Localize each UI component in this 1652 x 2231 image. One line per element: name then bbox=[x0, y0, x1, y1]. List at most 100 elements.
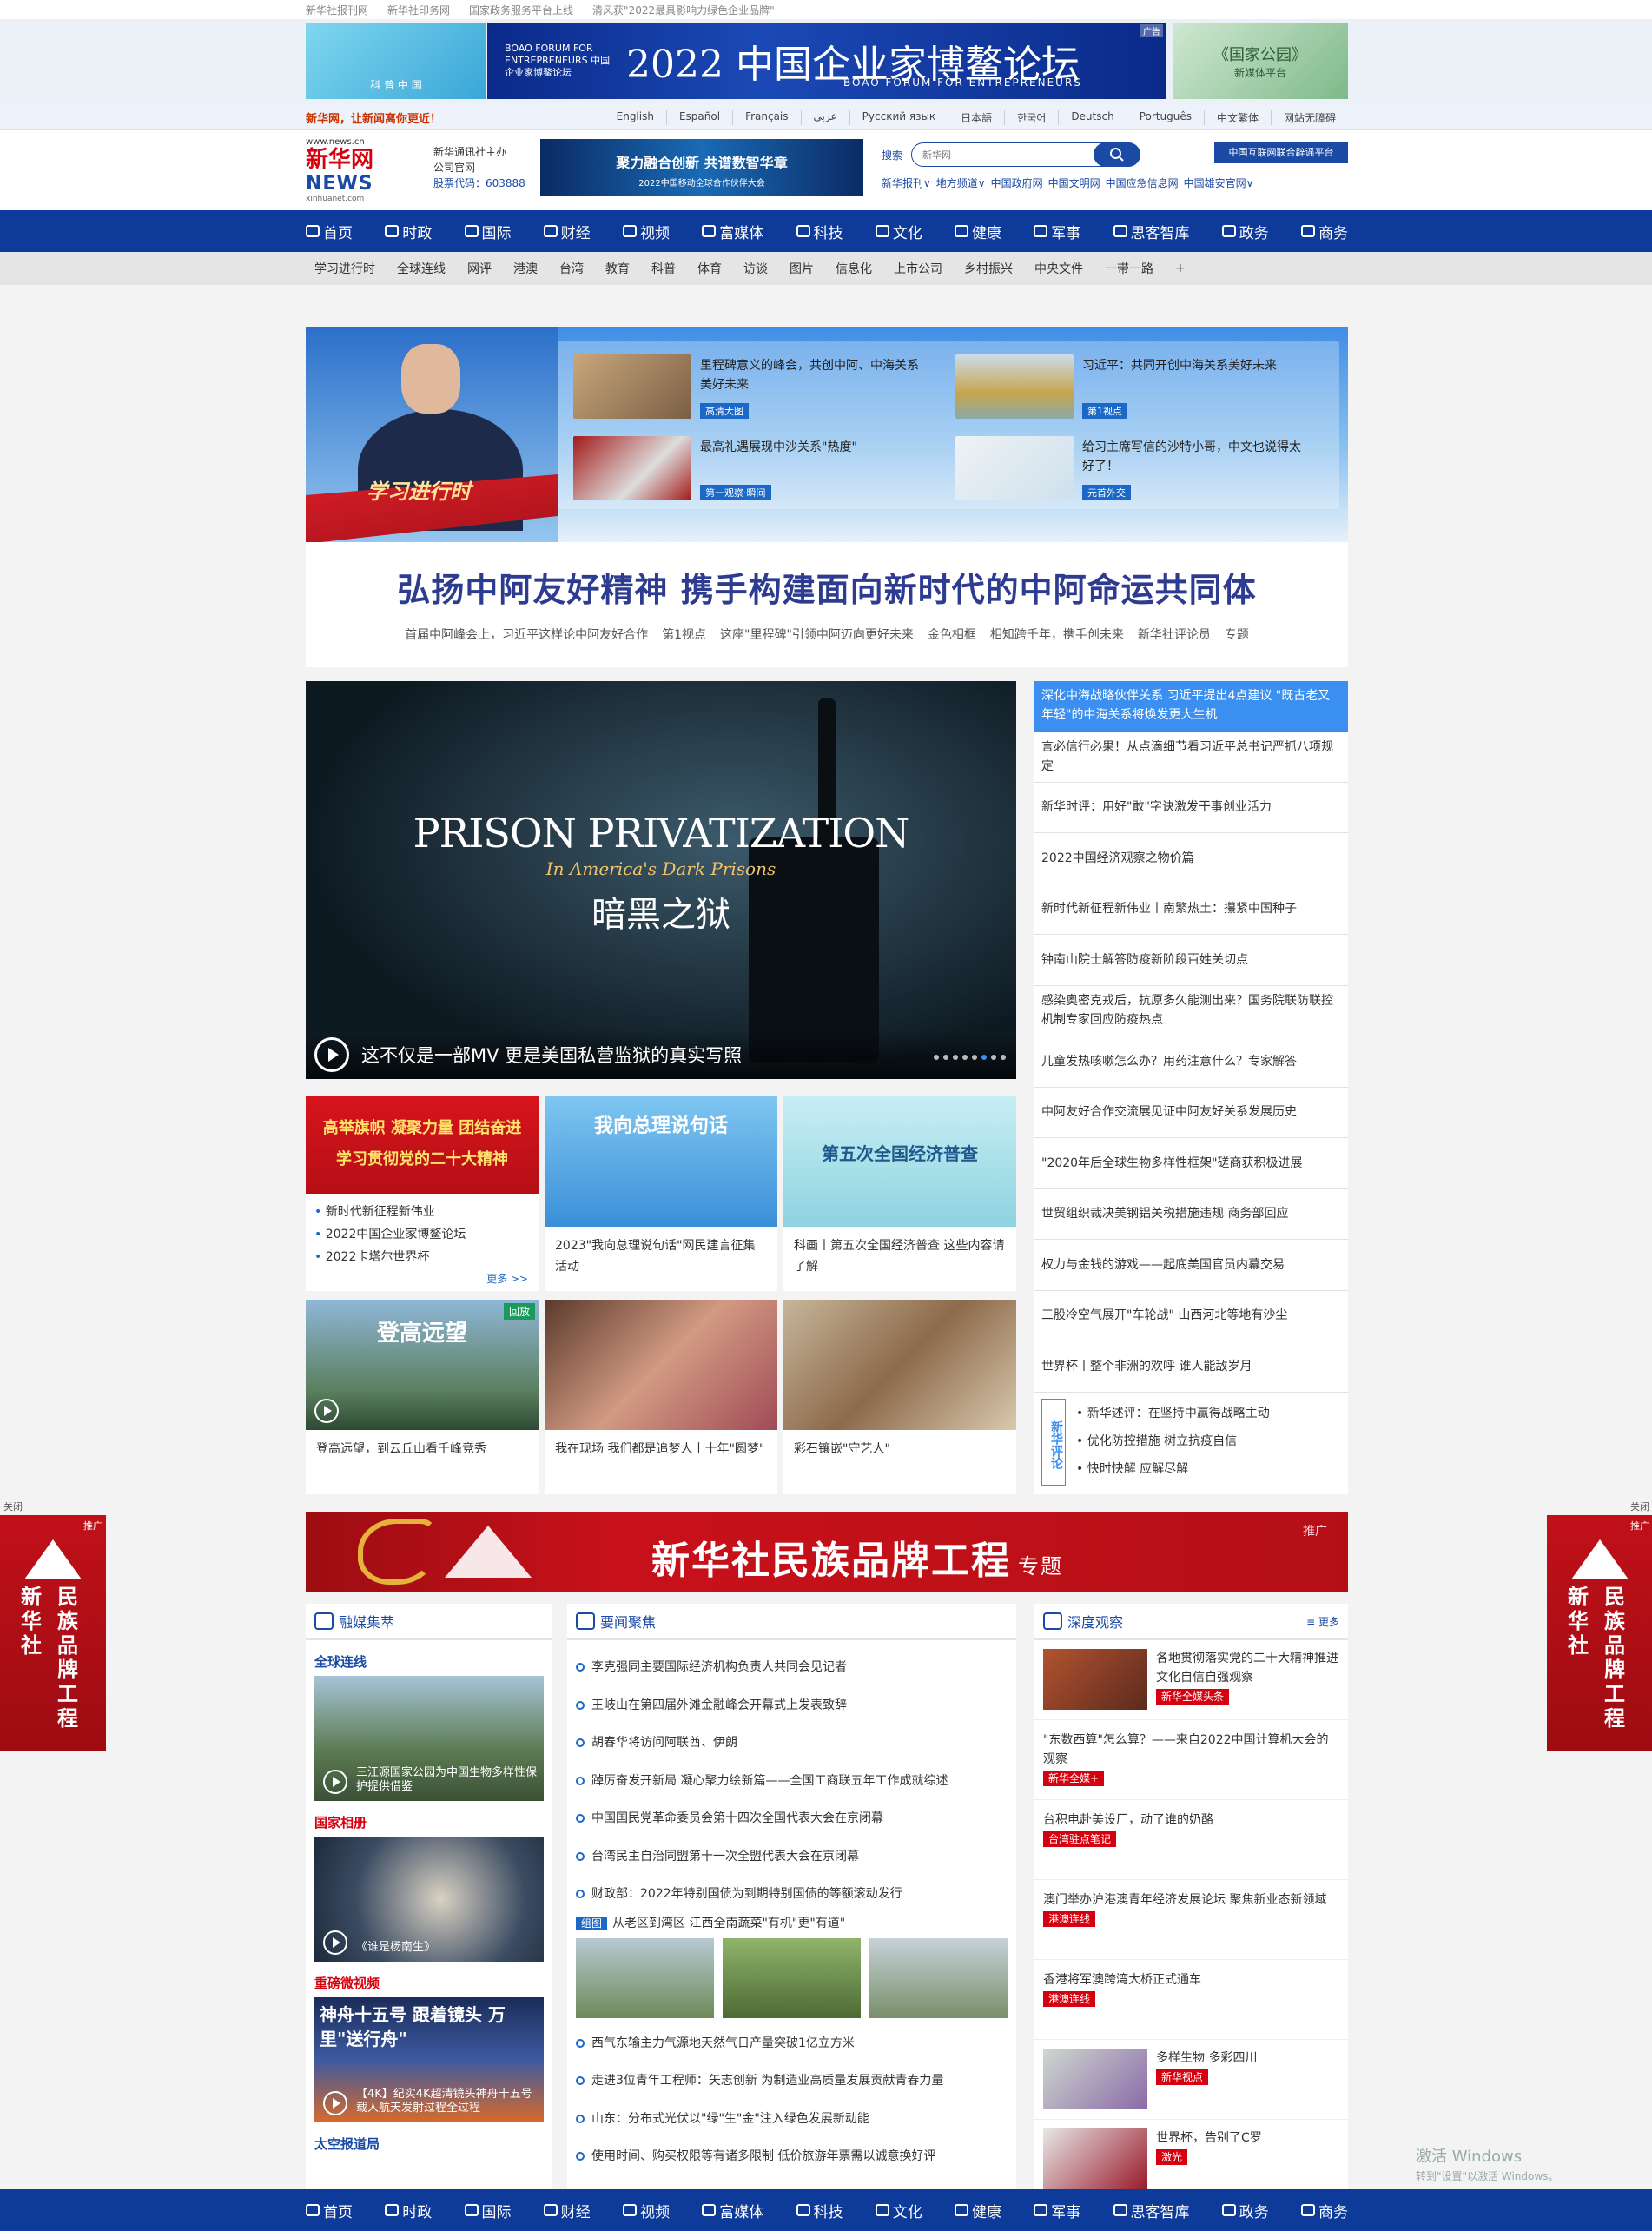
top-link[interactable]: 新华社印务网 bbox=[387, 3, 450, 17]
nav-politics[interactable]: 时政 bbox=[385, 221, 432, 242]
nav-finance[interactable]: 财经 bbox=[543, 221, 591, 242]
tile-twentieth-congress[interactable]: 高举旗帜 凝聚力量 团结奋进 学习贯彻党的二十大精神 新时代新征程新伟业 202… bbox=[306, 1096, 539, 1291]
play-icon[interactable] bbox=[323, 1930, 347, 1955]
nav-health[interactable]: 健康 bbox=[955, 2200, 1001, 2221]
subnav-more[interactable]: + bbox=[1166, 261, 1199, 275]
observation-tag[interactable]: 台湾驻点笔记 bbox=[1043, 1831, 1117, 1847]
more-link[interactable]: 更多 >> bbox=[486, 1271, 528, 1286]
column-title[interactable]: 要闻聚焦 bbox=[600, 1611, 656, 1632]
list-item[interactable]: 权力与金钱的游戏——起底美国官员内幕交易 bbox=[1034, 1240, 1348, 1291]
boao-forum-ad[interactable]: BOAO FORUM FOR ENTREPRENEURS 中国企业家博鳌论坛 2… bbox=[487, 23, 1166, 99]
observation-tag[interactable]: 新华视点 bbox=[1156, 2069, 1209, 2085]
tile-list-item[interactable]: 新时代新征程新伟业 bbox=[314, 1201, 530, 1223]
news-item[interactable]: 李克强同主要国际经济机构负责人共同会见记者 bbox=[576, 1649, 1008, 1687]
media-image[interactable]: 神舟十五号 跟着镜头 万里"送行舟" 【4K】纪实4K超清镜头神舟十五号载人航天… bbox=[314, 1997, 544, 2122]
nav-business[interactable]: 商务 bbox=[1301, 2200, 1348, 2221]
slider-caption[interactable]: 这不仅是一部MV 更是美国私营监狱的真实写照 bbox=[361, 1042, 742, 1068]
nav-home[interactable]: 首页 bbox=[306, 221, 353, 242]
brand-project-banner[interactable]: 新华社民族品牌工程 专题 推广 bbox=[306, 1512, 1348, 1592]
nav-richmedia[interactable]: 富媒体 bbox=[702, 221, 763, 242]
news-item[interactable]: 使用时间、购买权限等有诸多限制 低价旅游年票需以诚意换好评 bbox=[576, 2138, 1008, 2176]
headline-link[interactable]: 第1视点 bbox=[662, 626, 706, 643]
list-item[interactable]: 新时代新征程新伟业丨南繁热土：攥紧中国种子 bbox=[1034, 884, 1348, 935]
nav-finance[interactable]: 财经 bbox=[543, 2200, 591, 2221]
right-float-ad[interactable]: 关闭 推广 民族品牌工程 新华社 bbox=[1547, 1501, 1652, 1751]
nav-health[interactable]: 健康 bbox=[955, 221, 1001, 242]
nav-world[interactable]: 国际 bbox=[464, 221, 512, 242]
headline-link[interactable]: 这座"里程碑"引领中阿迈向更好未来 bbox=[720, 626, 914, 643]
observation-item[interactable]: 澳门举办沪港澳青年经济发展论坛 聚焦新业态新领域 港澳连线 bbox=[1034, 1880, 1348, 1960]
subnav-item[interactable]: 港澳 bbox=[505, 260, 551, 277]
news-item[interactable]: 踔厉奋发开新局 凝心聚力绘新篇——全国工商联五年工作成就综述 bbox=[576, 1763, 1008, 1801]
subnav-item[interactable]: 体育 bbox=[689, 260, 735, 277]
section-title[interactable]: 国家相册 bbox=[306, 1801, 552, 1837]
subnav-item[interactable]: 一带一路 bbox=[1096, 260, 1166, 277]
nav-military[interactable]: 军事 bbox=[1034, 221, 1080, 242]
top-link[interactable]: 国家政务服务平台上线 bbox=[469, 3, 573, 17]
subnav-item[interactable]: 科普 bbox=[643, 260, 689, 277]
comment-item[interactable]: • 新华述评：在坚持中赢得战略主动 bbox=[1076, 1404, 1270, 1421]
subnav-item[interactable]: 网评 bbox=[459, 260, 505, 277]
lang-link[interactable]: 日本語 bbox=[948, 110, 1004, 125]
header-sublink[interactable]: 新华报刊∨ bbox=[882, 175, 931, 190]
nav-richmedia[interactable]: 富媒体 bbox=[702, 2200, 763, 2221]
nav-gov[interactable]: 政务 bbox=[1221, 221, 1269, 242]
header-sublink[interactable]: 中国雄安官网∨ bbox=[1184, 175, 1254, 190]
tile-babies[interactable]: 我在现场 我们都是追梦人丨十年"圆梦" bbox=[545, 1300, 777, 1494]
leader-portrait[interactable]: 学习进行时 bbox=[306, 327, 558, 542]
news-item[interactable]: 走进3位青年工程师：矢志创新 为制造业高质量发展贡献青春力量 bbox=[576, 2062, 1008, 2101]
photo-thumb[interactable] bbox=[723, 1937, 861, 2018]
study-tag[interactable]: 高清大图 bbox=[700, 403, 749, 419]
study-item[interactable]: 习近平：共同开创中海关系美好未来 第1视点 bbox=[948, 354, 1313, 424]
column-title[interactable]: 深度观察 bbox=[1067, 1611, 1123, 1632]
list-item[interactable]: 感染奥密克戎后，抗原多久能测出来？国务院联防联控机制专家回应防疫热点 bbox=[1034, 986, 1348, 1036]
nav-business[interactable]: 商务 bbox=[1301, 221, 1348, 242]
headline-link[interactable]: 专题 bbox=[1225, 626, 1249, 643]
section-title[interactable]: 全球连线 bbox=[306, 1640, 552, 1676]
nav-video[interactable]: 视频 bbox=[623, 2200, 670, 2221]
tile-mountain[interactable]: 登高远望 回放 登高远望，到云丘山看千峰竞秀 bbox=[306, 1300, 539, 1494]
science-china-ad[interactable]: 科 普 中 国 bbox=[306, 23, 486, 99]
lang-link[interactable]: 中文繁体 bbox=[1203, 110, 1271, 125]
headline-title[interactable]: 弘扬中阿友好精神 携手构建面向新时代的中阿命运共同体 bbox=[306, 563, 1348, 611]
photo-thumb[interactable] bbox=[869, 1937, 1008, 2018]
list-item[interactable]: 2022中国经济观察之物价篇 bbox=[1034, 833, 1348, 884]
media-image[interactable]: 三江源国家公园为中国生物多样性保护提供借鉴 bbox=[314, 1676, 544, 1801]
more-link[interactable]: ≡ 更多 bbox=[1306, 1614, 1339, 1629]
lang-link[interactable]: Русский язык bbox=[849, 110, 948, 125]
observation-item[interactable]: 各地贯彻落实党的二十大精神推进文化自信自强观察 新华全媒头条 bbox=[1034, 1640, 1348, 1720]
list-item[interactable]: 世贸组织裁决美钢铝关税措施违规 商务部回应 bbox=[1034, 1189, 1348, 1240]
news-item[interactable]: 财政部：2022年特别国债为到期特别国债的等额滚动发行 bbox=[576, 1876, 1008, 1914]
observation-tag[interactable]: 新华全媒+ bbox=[1043, 1771, 1105, 1786]
study-tag[interactable]: 第1视点 bbox=[1082, 403, 1127, 419]
close-ad-button[interactable]: 关闭 bbox=[3, 1499, 23, 1513]
observation-item[interactable]: 台积电赴美设厂，动了谁的奶酪 台湾驻点笔记 bbox=[1034, 1800, 1348, 1880]
subnav-item[interactable]: 中央文件 bbox=[1026, 260, 1096, 277]
header-sublink[interactable]: 地方频道∨ bbox=[936, 175, 986, 190]
play-icon[interactable] bbox=[323, 1770, 347, 1794]
headline-link[interactable]: 首届中阿峰会上，习近平这样论中阿友好合作 bbox=[405, 626, 648, 643]
news-item[interactable]: 西气东输主力气源地天然气日产量突破1亿立方米 bbox=[576, 2025, 1008, 2063]
subnav-item[interactable]: 访谈 bbox=[735, 260, 781, 277]
photo-set-title[interactable]: 组图 从老区到湾区 江西全南蔬菜"有机"更"有道" bbox=[567, 1914, 1016, 1931]
slider-dot[interactable] bbox=[1001, 1055, 1006, 1060]
subnav-item[interactable]: 上市公司 bbox=[885, 260, 955, 277]
headline-link[interactable]: 新华社评论员 bbox=[1138, 626, 1211, 643]
lang-link[interactable]: Português bbox=[1126, 110, 1204, 125]
lang-link[interactable]: عربي bbox=[800, 110, 849, 125]
news-item[interactable]: 中国国民党革命委员会第十四次全国代表大会在京闭幕 bbox=[576, 1800, 1008, 1838]
left-float-ad[interactable]: 关闭 推广 民族品牌工程 新华社 bbox=[0, 1501, 106, 1751]
lang-link[interactable]: Français bbox=[732, 110, 800, 125]
study-tag[interactable]: 第一观察·瞬间 bbox=[700, 485, 771, 500]
headline-link[interactable]: 金色相框 bbox=[928, 626, 976, 643]
search-button[interactable] bbox=[1094, 142, 1141, 167]
top-link[interactable]: 清风获"2022最具影响力绿色企业品牌" bbox=[592, 3, 775, 17]
nav-politics[interactable]: 时政 bbox=[385, 2200, 432, 2221]
subnav-item[interactable]: 图片 bbox=[781, 260, 827, 277]
tile-mosaic[interactable]: 彩石镶嵌"守艺人" bbox=[783, 1300, 1016, 1494]
slider-dot[interactable] bbox=[943, 1055, 948, 1060]
study-item[interactable]: 最高礼遇展现中沙关系"热度" 第一观察·瞬间 bbox=[566, 436, 931, 506]
tile-premier[interactable]: 我向总理说句话 2023"我向总理说句话"网民建言征集活动 bbox=[545, 1096, 777, 1291]
list-item[interactable]: 钟南山院士解答防疫新阶段百姓关切点 bbox=[1034, 935, 1348, 986]
list-item[interactable]: 中阿友好合作交流展见证中阿友好关系发展历史 bbox=[1034, 1088, 1348, 1138]
